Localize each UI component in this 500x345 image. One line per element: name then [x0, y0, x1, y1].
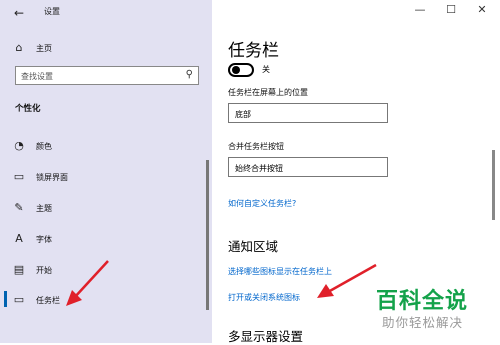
annotation-arrow-icon: [66, 260, 109, 306]
page-title: 任务栏: [228, 41, 279, 61]
content-scrollbar[interactable]: [492, 150, 495, 220]
sidebar-item-label: 主题: [36, 204, 52, 213]
toggle-state-label: 关: [262, 65, 270, 74]
home-icon: ⌂: [15, 41, 23, 54]
sidebar-item-label: 开始: [36, 266, 52, 275]
search-input[interactable]: 查找设置 ⚲: [15, 66, 199, 85]
watermark-logo-text: 百科全说: [376, 289, 469, 314]
combine-label: 合并任务栏按钮: [228, 142, 284, 151]
sidebar-item-label: 颜色: [36, 142, 52, 151]
search-placeholder: 查找设置: [21, 72, 53, 81]
maximize-button[interactable]: ☐: [443, 3, 459, 16]
dropdown-value: 底部: [235, 110, 251, 119]
lock-taskbar-toggle[interactable]: [228, 63, 254, 77]
multi-display-heading: 多显示器设置: [228, 329, 304, 344]
customize-taskbar-link[interactable]: 如何自定义任务栏?: [228, 198, 296, 209]
combine-buttons-dropdown[interactable]: 始终合并按钮: [228, 157, 388, 177]
brush-icon: ✎: [14, 201, 24, 214]
back-button[interactable]: ←: [14, 6, 24, 20]
dropdown-value: 始终合并按钮: [235, 164, 283, 173]
system-icons-link[interactable]: 打开或关闭系统图标: [228, 292, 300, 303]
position-label: 任务栏在屏幕上的位置: [228, 88, 308, 97]
toggle-knob: [232, 66, 240, 74]
start-icon: ▤: [13, 263, 25, 276]
sidebar-item-label: 字体: [36, 235, 52, 244]
palette-icon: ◔: [14, 139, 24, 152]
active-indicator: [4, 291, 7, 307]
sidebar-item-label: 主页: [36, 44, 52, 53]
notification-area-heading: 通知区域: [228, 239, 279, 254]
lockscreen-icon: ▭: [13, 170, 25, 183]
minimize-button[interactable]: —: [412, 3, 428, 16]
taskbar-icon: ▭: [13, 293, 25, 306]
sidebar-item-label: 锁屏界面: [36, 173, 68, 182]
taskbar-position-dropdown[interactable]: 底部: [228, 103, 388, 123]
sidebar-section-title: 个性化: [15, 104, 41, 114]
close-button[interactable]: ✕: [474, 3, 490, 16]
watermark-slogan: 助你轻松解决: [382, 315, 464, 330]
sidebar-item-label: 任务栏: [36, 296, 60, 305]
annotation-arrow-icon: [317, 263, 377, 298]
search-icon[interactable]: ⚲: [186, 69, 193, 80]
window-title: 设置: [44, 7, 60, 16]
font-icon: A: [15, 232, 23, 245]
sidebar-scrollbar[interactable]: [206, 160, 209, 310]
